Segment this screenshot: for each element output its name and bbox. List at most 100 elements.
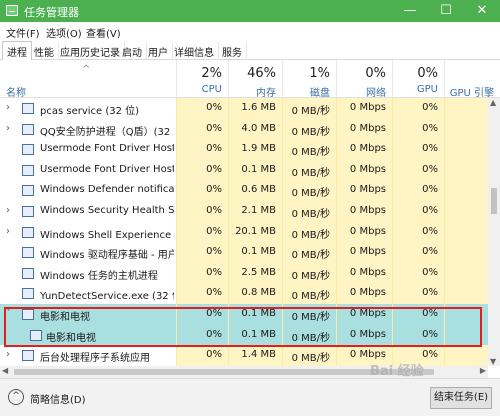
expand-chevron-icon[interactable]: › <box>6 123 10 134</box>
gpu-cell-value: 0% <box>422 184 438 196</box>
disk-cell: 0 MB/秒 <box>282 139 336 160</box>
cpu-cell-value: 0% <box>206 184 222 196</box>
table-row[interactable]: Usermode Font Driver Host 0% 1.9 MB 0 MB/秒 0… <box>0 139 488 160</box>
memory-cell-value: 0.6 MB <box>241 184 276 196</box>
process-name-cell: › QQ安全防护进程（Q盾）(32 ... <box>0 119 176 140</box>
cpu-cell-value: 0% <box>206 246 222 258</box>
disk-cell-value: 0 MB/秒 <box>291 270 330 282</box>
process-name-cell: Windows Defender notificati... <box>0 180 176 201</box>
gpu-column-header[interactable]: 0% GPU <box>392 60 444 98</box>
network-cell: 0 Mbps <box>336 262 392 284</box>
tab-startup[interactable]: 启动 <box>118 42 147 60</box>
menu-file[interactable]: 文件(F) <box>6 25 40 40</box>
scroll-thumb[interactable] <box>491 188 497 214</box>
expand-chevron-icon[interactable]: › <box>6 226 10 237</box>
network-cell-value: 0 Mbps <box>349 246 386 258</box>
network-cell-value: 0 Mbps <box>349 225 386 237</box>
process-icon <box>22 226 34 238</box>
memory-cell-value: 4.0 MB <box>241 122 276 134</box>
network-column-header[interactable]: 0% 网络 <box>336 60 392 99</box>
table-row[interactable]: Usermode Font Driver Host 0% 0.1 MB 0 MB/秒 0… <box>0 159 488 181</box>
table-row[interactable]: › pcas service (32 位) 0% 1.6 MB 0 MB/秒 0 Mbps… <box>0 98 488 119</box>
name-column-header[interactable]: ^ 名称 <box>0 60 176 99</box>
scroll-left-icon[interactable]: ◀ <box>2 366 8 375</box>
process-icon <box>22 164 34 176</box>
gpu-cell-value: 0% <box>422 287 438 299</box>
gpu-engine-cell <box>444 180 488 201</box>
table-row[interactable]: Windows 驱动程序基础 - 用户... 0% 0.1 MB 0 MB/秒 0 Mb… <box>0 242 488 263</box>
memory-cell: 1.9 MB <box>228 139 282 160</box>
memory-cell: 2.5 MB <box>228 262 282 284</box>
scroll-right-icon[interactable]: ▶ <box>480 366 486 375</box>
network-cell-value: 0 Mbps <box>349 184 386 196</box>
expand-chevron-icon[interactable]: › <box>6 205 10 216</box>
collapse-icon[interactable]: ^ <box>8 389 24 405</box>
memory-cell: 2.1 MB <box>228 201 282 222</box>
disk-cell-value: 0 MB/秒 <box>291 106 330 117</box>
table-row[interactable]: YunDetectService.exe (32 位) 0% 0.8 MB 0 MB/… <box>0 283 488 304</box>
maximize-button[interactable]: ☐ <box>428 0 464 22</box>
memory-cell: 20.1 MB <box>228 221 282 243</box>
tab-services[interactable]: 服务 <box>218 42 247 60</box>
table-row[interactable]: › QQ安全防护进程（Q盾）(32 ... 0% 4.0 MB 0 MB/秒 0 Mbps… <box>0 118 488 140</box>
process-name: Usermode Font Driver Host <box>40 143 174 155</box>
disk-cell-value: 0 MB/秒 <box>291 126 330 138</box>
tab-users[interactable]: 用户 <box>144 42 173 60</box>
gpu-engine-cell <box>444 159 488 181</box>
tab-details[interactable]: 详细信息 <box>170 42 219 60</box>
memory-cell: 1.6 MB <box>228 98 282 119</box>
network-cell: 0 Mbps <box>336 139 392 160</box>
gpu-cell: 0% <box>392 159 444 181</box>
fewer-details-link[interactable]: 简略信息(D) <box>30 391 86 406</box>
network-cell: 0 Mbps <box>336 98 392 119</box>
tab-performance[interactable]: 性能 <box>30 42 59 60</box>
cpu-cell-value: 0% <box>206 225 222 237</box>
expand-chevron-icon[interactable]: › <box>6 102 10 113</box>
cpu-cell: 0% <box>176 262 228 284</box>
end-task-button[interactable]: 结束任务(E) <box>430 387 492 409</box>
menu-view[interactable]: 查看(V) <box>86 25 121 40</box>
menu-options[interactable]: 选项(O) <box>46 25 82 40</box>
disk-cell: 0 MB/秒 <box>282 159 336 181</box>
disk-cell: 0 MB/秒 <box>282 242 336 263</box>
tab-processes[interactable]: 进程 <box>2 41 32 61</box>
disk-cell: 0 MB/秒 <box>282 221 336 243</box>
table-row[interactable]: Windows 任务的主机进程 0% 2.5 MB 0 MB/秒 0 Mbps 0% <box>0 262 488 284</box>
memory-cell-value: 2.1 MB <box>241 205 276 216</box>
gpu-cell-value: 0% <box>422 266 438 278</box>
process-icon <box>22 144 34 156</box>
process-name-cell: Windows 驱动程序基础 - 用户... <box>0 242 176 263</box>
minimize-button[interactable]: — <box>392 0 428 22</box>
disk-column-header[interactable]: 1% 磁盘 <box>282 60 336 99</box>
scroll-up-icon[interactable]: ▲ <box>490 98 496 107</box>
memory-column-header[interactable]: 46% 内存 <box>228 60 282 99</box>
scroll-down-icon[interactable]: ▼ <box>490 357 496 366</box>
network-cell-value: 0 Mbps <box>349 349 386 361</box>
disk-cell-value: 0 MB/秒 <box>291 147 330 159</box>
sort-up-icon: ^ <box>82 64 91 75</box>
table-row[interactable]: Windows Defender notificati... 0% 0.6 MB 0 … <box>0 180 488 201</box>
gpu-engine-column-header[interactable]: GPU 引擎 <box>444 60 500 99</box>
menu-bar: 文件(F) 选项(O) 查看(V) <box>0 22 500 40</box>
vertical-scrollbar[interactable]: ▲ ▼ <box>488 98 500 366</box>
close-button[interactable]: ✕ <box>464 0 500 22</box>
gpu-cell-value: 0% <box>422 143 438 155</box>
process-name: Usermode Font Driver Host <box>40 163 174 175</box>
tab-app-history[interactable]: 应用历史记录 <box>56 42 125 60</box>
process-name-cell: Usermode Font Driver Host <box>0 139 176 160</box>
cpu-cell: 0% <box>176 345 228 366</box>
table-row[interactable]: › Windows Shell Experience 主... 0% 20.1 MB 0… <box>0 221 488 243</box>
title-bar: 任务管理器 — ☐ ✕ <box>0 0 500 22</box>
gpu-cell: 0% <box>392 180 444 201</box>
process-name: Windows Shell Experience 主... <box>40 229 174 241</box>
watermark: Bai 经验 <box>370 364 424 379</box>
tab-bar: 进程 性能 应用历史记录 启动 用户 详细信息 服务 <box>0 40 500 61</box>
network-cell: 0 Mbps <box>336 221 392 243</box>
cpu-column-header[interactable]: 2% CPU <box>176 60 228 98</box>
memory-cell-value: 0.1 MB <box>241 163 276 175</box>
expand-chevron-icon[interactable]: › <box>6 349 10 360</box>
cpu-cell-value: 0% <box>206 122 222 134</box>
cpu-cell: 0% <box>176 180 228 201</box>
disk-cell: 0 MB/秒 <box>282 201 336 222</box>
table-row[interactable]: › Windows Security Health Ser... 0% 2.1 MB 0… <box>0 201 488 222</box>
